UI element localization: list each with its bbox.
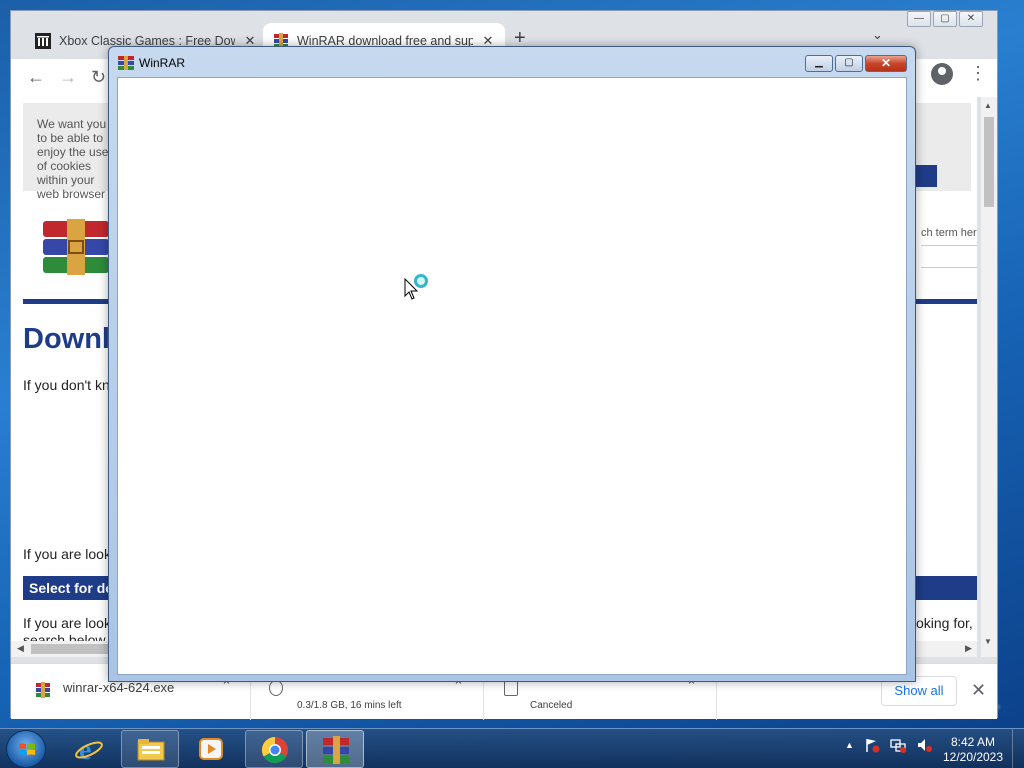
forward-arrow-icon[interactable]: → xyxy=(59,67,77,88)
winrar-logo xyxy=(43,219,109,275)
vertical-scrollbar[interactable]: ▲ ▼ xyxy=(981,97,997,657)
winrar-window: WinRAR ▁ ▢ ✕ xyxy=(108,46,916,682)
maximize-button[interactable]: ▢ xyxy=(933,11,957,27)
close-icon[interactable]: ✕ xyxy=(971,680,986,701)
page-heading: Downl xyxy=(23,323,110,355)
window-title: WinRAR xyxy=(139,56,186,70)
network-icon[interactable] xyxy=(890,737,906,753)
download-status: Canceled xyxy=(530,700,573,711)
close-button[interactable]: ✕ xyxy=(959,11,983,27)
winrar-window-controls: ▁ ▢ ✕ xyxy=(803,55,907,72)
show-hidden-icons-arrow-icon[interactable]: ▲ xyxy=(845,740,854,750)
close-button[interactable]: ✕ xyxy=(865,55,907,72)
maximize-button[interactable]: ▢ xyxy=(835,55,863,72)
taskbar-file-explorer[interactable] xyxy=(121,730,179,768)
body-text: If you are look xyxy=(23,546,111,562)
scroll-up-arrow-icon[interactable]: ▲ xyxy=(984,101,992,110)
winrar-icon xyxy=(36,682,50,698)
windows-logo-icon xyxy=(19,743,35,755)
browser-window-controls: — ▢ ✕ xyxy=(905,11,983,27)
divider xyxy=(921,245,977,246)
minimize-button[interactable]: — xyxy=(907,11,931,27)
scroll-down-arrow-icon[interactable]: ▼ xyxy=(984,637,992,646)
taskbar-media-player[interactable] xyxy=(182,730,240,768)
scrollbar-thumb[interactable] xyxy=(984,117,994,207)
taskbar-internet-explorer[interactable]: e xyxy=(60,730,118,768)
body-text-right: oking for, xyxy=(916,615,973,631)
system-tray: ▲ xyxy=(845,737,932,753)
profile-avatar-icon[interactable] xyxy=(931,63,953,85)
clock-date: 12/20/2023 xyxy=(942,750,1004,764)
taskbar-winrar[interactable] xyxy=(306,730,364,768)
winrar-client-area[interactable] xyxy=(117,77,907,675)
chrome-icon xyxy=(261,736,288,764)
back-arrow-icon[interactable]: ← xyxy=(27,67,45,88)
system-clock[interactable]: 8:42 AM 12/20/2023 xyxy=(938,735,1008,765)
internet-explorer-icon: e xyxy=(75,735,103,763)
cookie-text: We want you to be able to enjoy the use … xyxy=(37,117,109,201)
reload-icon[interactable]: ↻ xyxy=(91,67,106,88)
download-status: 0.3/1.8 GB, 16 mins left xyxy=(297,700,402,711)
clock-time: 8:42 AM xyxy=(950,735,996,749)
winrar-icon xyxy=(118,56,134,70)
file-icon xyxy=(269,680,283,696)
intro-text: If you don't kn xyxy=(23,377,110,393)
download-filename: winrar-x64-624.exe xyxy=(63,680,175,695)
action-center-flag-icon[interactable] xyxy=(864,737,880,753)
minimize-button[interactable]: ▁ xyxy=(805,55,833,72)
scrollbar-thumb[interactable] xyxy=(31,644,111,654)
file-icon xyxy=(504,680,518,696)
archive-org-icon xyxy=(35,33,51,49)
taskbar: e ▲ 8:42 AM 12/20/2023 xyxy=(0,728,1024,768)
folder-icon xyxy=(137,739,165,761)
divider xyxy=(921,267,977,268)
tab-search-chevron-icon[interactable]: ⌄ xyxy=(872,27,883,43)
scroll-right-arrow-icon[interactable]: ▶ xyxy=(965,643,972,654)
volume-muted-icon[interactable] xyxy=(916,737,932,753)
start-button[interactable] xyxy=(6,730,46,768)
busy-spinner-icon xyxy=(414,274,428,288)
browser-menu-icon[interactable]: ⋮ xyxy=(969,63,987,84)
show-desktop-button[interactable] xyxy=(1012,729,1024,768)
media-player-icon xyxy=(199,738,223,760)
taskbar-chrome[interactable] xyxy=(245,730,303,768)
search-placeholder[interactable]: ch term here xyxy=(921,227,977,239)
body-text-line: If you are look xyxy=(23,615,111,631)
winrar-icon xyxy=(323,736,349,764)
scroll-left-arrow-icon[interactable]: ◀ xyxy=(17,643,24,654)
